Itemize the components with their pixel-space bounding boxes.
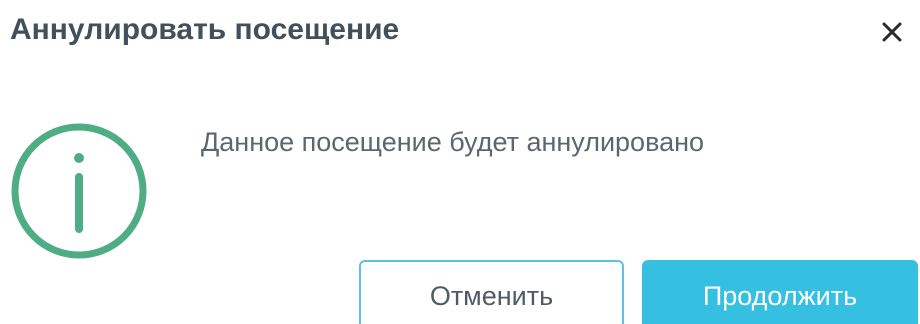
info-icon bbox=[8, 120, 150, 262]
cancel-button[interactable]: Отменить bbox=[359, 260, 624, 324]
continue-button[interactable]: Продолжить bbox=[642, 260, 918, 324]
dialog-title: Аннулировать посещение bbox=[10, 13, 400, 46]
close-icon bbox=[882, 22, 902, 42]
dialog-message: Данное посещение будет аннулировано bbox=[201, 127, 705, 157]
close-button[interactable] bbox=[872, 12, 912, 52]
cancel-visit-dialog: Аннулировать посещение Данное посещение … bbox=[0, 0, 920, 324]
